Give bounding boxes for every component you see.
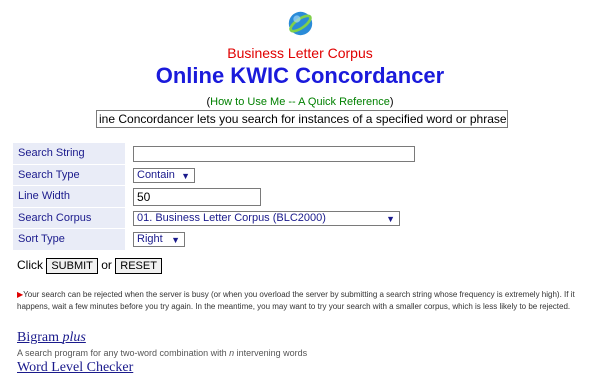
bigram-description: A search program for any two-word combin… — [17, 348, 308, 358]
search-form: Search String Search Type Contain ▼ Line … — [13, 143, 589, 251]
howto-link[interactable]: How to Use Me -- A Quick Reference — [210, 96, 390, 108]
chevron-down-icon: ▼ — [171, 235, 180, 246]
line-width-input[interactable] — [133, 187, 261, 206]
search-string-label: Search String — [13, 143, 125, 165]
or-label: or — [101, 258, 112, 273]
form-row-line-width: Line Width — [13, 186, 589, 208]
form-row-search-corpus: Search Corpus 01. Business Letter Corpus… — [13, 207, 589, 229]
page-title: Online KWIC Concordancer — [155, 63, 445, 88]
search-corpus-select[interactable]: 01. Business Letter Corpus (BLC2000) ▼ — [133, 210, 400, 226]
submit-button[interactable]: SUBMIT — [46, 258, 98, 274]
bigram-plus-link[interactable]: Bigram plus — [17, 330, 86, 346]
submit-row: Click SUBMIT or RESET — [17, 258, 162, 274]
chevron-down-icon: ▼ — [181, 170, 190, 181]
reset-button[interactable]: RESET — [115, 258, 162, 274]
sort-type-select[interactable]: Right ▼ — [133, 232, 185, 248]
notice-text: Your search can be rejected when the ser… — [17, 290, 575, 311]
server-notice: ▶Your search can be rejected when the se… — [17, 289, 577, 313]
search-string-input[interactable] — [133, 145, 415, 162]
form-row-search-string: Search String — [13, 143, 589, 165]
chevron-down-icon: ▼ — [386, 213, 395, 224]
click-label: Click — [17, 258, 43, 273]
howto-line: (How to Use Me -- A Quick Reference) — [206, 96, 394, 108]
search-type-select[interactable]: Contain ▼ — [133, 167, 195, 183]
globe-icon — [288, 11, 313, 36]
form-row-sort-type: Sort Type Right ▼ — [13, 229, 589, 251]
search-type-label: Search Type — [13, 164, 125, 186]
line-width-label: Line Width — [13, 186, 125, 208]
corpus-subtitle: Business Letter Corpus — [227, 45, 373, 61]
search-corpus-label: Search Corpus — [13, 207, 125, 229]
scrolling-description: ine Concordancer lets you search for ins… — [96, 110, 508, 128]
sort-type-label: Sort Type — [13, 229, 125, 251]
form-row-search-type: Search Type Contain ▼ — [13, 164, 589, 186]
word-level-checker-link[interactable]: Word Level Checker — [17, 360, 133, 376]
